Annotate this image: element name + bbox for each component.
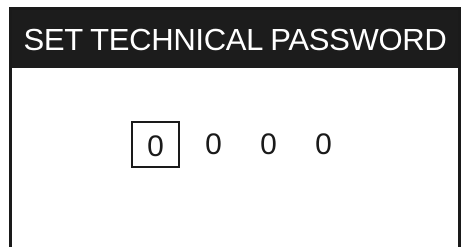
password-panel: SET TECHNICAL PASSWORD 0 0 0 0 xyxy=(9,7,461,247)
password-digit-4[interactable]: 0 xyxy=(296,121,351,168)
page-title: SET TECHNICAL PASSWORD xyxy=(23,21,447,57)
password-digit-2[interactable]: 0 xyxy=(186,121,241,168)
title-bar: SET TECHNICAL PASSWORD xyxy=(12,10,458,68)
password-digits: 0 0 0 0 xyxy=(131,121,351,168)
password-digit-1[interactable]: 0 xyxy=(131,121,180,168)
password-digit-3[interactable]: 0 xyxy=(241,121,296,168)
